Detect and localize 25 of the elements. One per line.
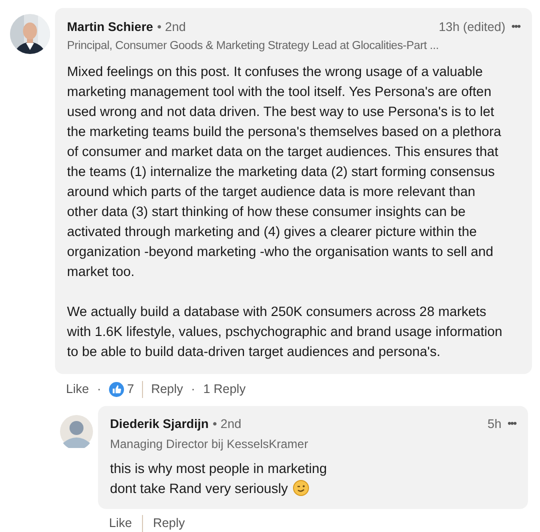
like-button[interactable]: Like: [109, 514, 132, 532]
author-name[interactable]: Martin Schiere: [67, 18, 154, 37]
winking-face-icon: [292, 480, 309, 496]
author-headline: Principal, Consumer Goods & Marketing Strategy Lead at Glocalities-Part ...: [67, 38, 439, 54]
replies-link[interactable]: 1 Reply: [203, 380, 246, 398]
reaction-count[interactable]: 7: [127, 380, 134, 398]
reply-text-line: dont take Rand very seriously: [110, 480, 288, 496]
reply-text-line: this is why most people in marketing: [110, 460, 327, 476]
timestamp: 13h (edited): [438, 19, 506, 36]
comment-paragraph: Mixed feelings on this post. It confuses the wrong usage of a valuable marketing management tool with the tool itself. Yes Persona's are often used wrong and not data driven. The best way to use Persona's is to let the marketing teams build the persona's themselves based on a plethora of consumer and market data on the target audiences. This ensures that the teams (1) internalize the marketing data (2) start forming consensus around which parts of the target audience data is more relevant than other data (3) start thinking of how these consumer insights can be activated through marketing and (4) gives a clearer picture within the organization -beyond marketing -who the organisation wants to sell and market too.: [67, 63, 502, 281]
avatar-icon: [60, 415, 93, 448]
separator-dot: ·: [191, 380, 196, 398]
connection-degree: • 2nd: [157, 19, 186, 36]
more-menu-button[interactable]: •••: [511, 19, 520, 36]
connection-degree: • 2nd: [212, 416, 242, 433]
separator-dot: ·: [96, 380, 102, 398]
like-button[interactable]: Like: [66, 380, 89, 398]
thumbs-up-icon: [109, 382, 124, 396]
timestamp: 5h: [488, 416, 502, 433]
reply-button[interactable]: Reply: [151, 380, 184, 398]
comment-paragraph: We actually build a database with 250K consumers across 28 markets with 1.6K lifestyle, values, pschychographic and brand usage information to be able to build data-driven target audiences and persona's.: [67, 303, 504, 361]
more-menu-button[interactable]: •••: [507, 416, 516, 433]
reply-button[interactable]: Reply: [152, 514, 185, 532]
author-name[interactable]: Diederik Sjardijn: [110, 415, 209, 434]
author-headline: Managing Director bij KesselsKramer: [110, 436, 308, 453]
